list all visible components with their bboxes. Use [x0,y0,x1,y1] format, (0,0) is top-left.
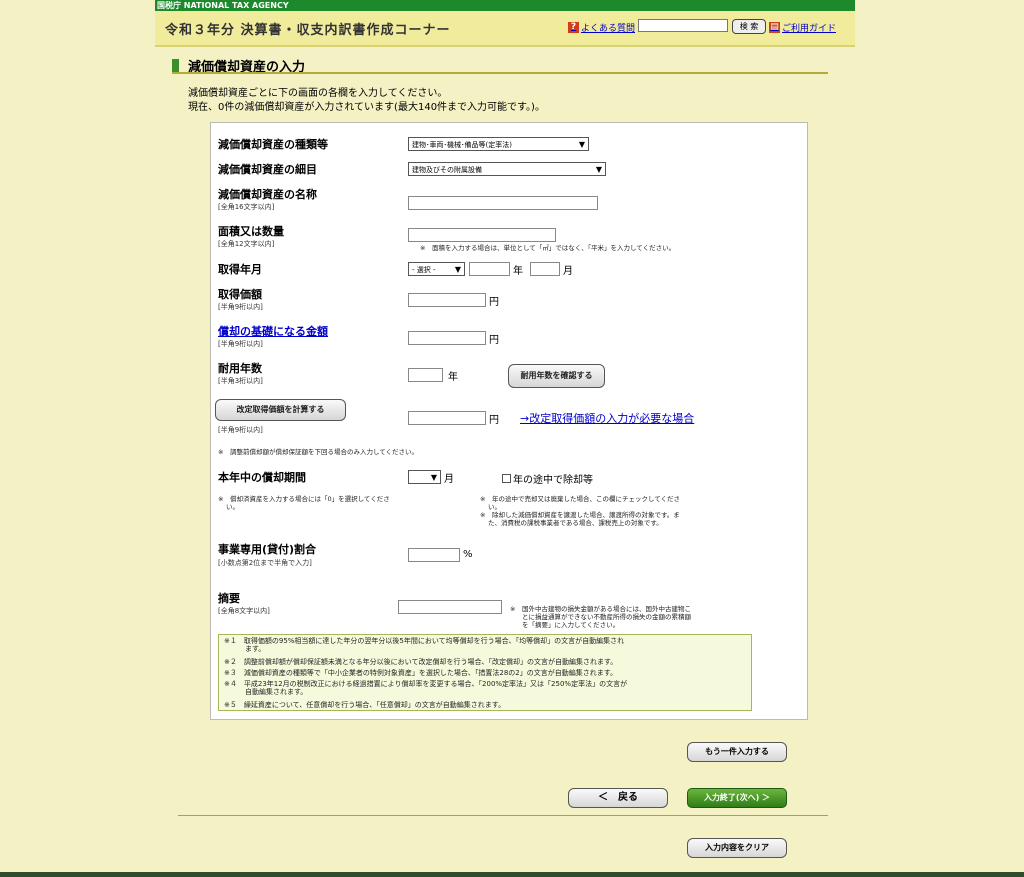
calc-revised-button[interactable]: 改定取得価額を計算する [215,399,346,421]
section-bar-icon [172,59,179,72]
base-amount-link[interactable]: 償却の基礎になる金額 [218,323,328,339]
memo-note-3: を「摘要」に入力してください。 [522,621,620,629]
name-hint: [全角16文字以内] [218,203,275,211]
guide-link[interactable]: ▤ ご利用ガイド [769,21,836,34]
footnote-4: ※４ 平成23年12月の税制改正における経過措置により償却率を変更する場合、「2… [224,680,628,688]
faq-label: よくある質問 [581,24,636,34]
acq-date-label: 取得年月 [218,263,262,276]
name-label: 減価償却資産の名称 [218,188,317,201]
yen-unit: 円 [489,415,499,426]
section-underline [172,72,828,74]
life-input[interactable] [408,368,443,382]
revised-hint: [半角9桁以内] [218,426,263,434]
guide-label: ご利用ガイド [782,24,837,34]
midyear-checkbox[interactable]: 年の途中で除却等 [502,471,593,486]
era-select-value: - 選択 - [412,266,436,274]
life-label: 耐用年数 [218,362,262,375]
book-icon: ▤ [769,22,780,33]
kind-label: 減価償却資産の種類等 [218,138,328,151]
yen-unit: 円 [489,297,499,308]
midyear-checkbox-label: 年の途中で除却等 [513,475,593,486]
chevron-down-icon: ▼ [454,265,461,274]
intro-line-2: 現在、0件の減価償却資産が入力されています(最大140件まで入力可能です。)。 [188,102,545,113]
back-button[interactable]: ＜ 戻る [568,788,668,808]
area-input[interactable] [408,228,556,242]
memo-input[interactable] [398,600,502,614]
footnote-5: ※５ 繰延資産について、任意償却を行う場合、「任意償却」の文言が自動編集されます… [224,701,506,709]
memo-hint: [全角8文字以内] [218,607,270,615]
ratio-hint: [小数点第2位まで半角で入力] [218,559,312,567]
period-unit: 月 [444,474,454,485]
clear-button[interactable]: 入力内容をクリア [687,838,787,858]
area-label: 面積又は数量 [218,225,284,238]
footnote-1-cont: ます。 [224,645,266,653]
revised-note: ※ 調整前償却額が償却保証額を下回る場合のみ入力してください。 [218,448,419,456]
midyear-note-4: た、消費税の課税事業者である場合、課税売上の対象です。 [488,519,663,527]
area-hint: [全角12文字以内] [218,240,275,248]
check-life-button[interactable]: 耐用年数を確認する [508,364,605,388]
acq-month-input[interactable] [530,262,560,276]
acq-year-input[interactable] [469,262,510,276]
era-select[interactable]: - 選択 - ▼ [408,262,465,276]
memo-note-1: ※ 国外中古建物の損失金額がある場合には、国外中古建物こ [510,605,691,613]
memo-note-2: とに損益通算ができない不動産所得の損失の金額の累積額 [522,613,691,621]
period-note-2: い。 [226,503,239,511]
year-unit: 年 [513,266,523,277]
question-icon: ? [568,22,579,33]
chevron-down-icon: ▼ [595,165,602,174]
life-hint: [半角3桁以内] [218,377,263,385]
footnote-4-cont: 自動編集されます。 [224,688,308,696]
footer-divider [178,815,828,816]
add-another-button[interactable]: もう一件入力する [687,742,787,762]
midyear-note-2: い。 [488,503,501,511]
app-header: 令和３年分 決算書・収支内訳書作成コーナー ? よくある質問 検 索 ▤ ご利用… [155,11,855,45]
kind-select[interactable]: 建物･車両･機械･備品等(定率法) ▼ [408,137,589,151]
next-button[interactable]: 入力終了(次へ) ＞ [687,788,787,808]
agency-bar: 国税庁 NATIONAL TAX AGENCY [155,0,855,11]
midyear-note-1: ※ 年の途中で売却又は廃棄した場合、この欄にチェックしてくださ [480,495,681,503]
detail-select[interactable]: 建物及びその附属設備 ▼ [408,162,606,176]
period-select[interactable]: ▼ [408,470,441,484]
footnote-3: ※３ 減価償却資産の種類等で「中小企業者の特例対象資産」を選択した場合、「措置法… [224,669,618,677]
acq-price-input[interactable] [408,293,486,307]
life-unit: 年 [448,372,458,383]
bottom-strip [0,872,1024,877]
footnote-2: ※２ 調整前償却額が償却保証額未満となる年分以後において改定償却を行う場合、「改… [224,658,618,666]
period-note-1: ※ 償却済資産を入力する場合には「0」を選択してくださ [218,495,390,503]
ratio-input[interactable] [408,548,460,562]
base-amount-hint: [半角9桁以内] [218,340,263,348]
header-divider [155,45,855,47]
month-unit: 月 [563,266,573,277]
chevron-down-icon: ▼ [430,473,437,482]
acq-price-hint: [半角9桁以内] [218,303,263,311]
faq-link[interactable]: ? よくある質問 [568,21,635,34]
period-label: 本年中の償却期間 [218,471,306,484]
search-button[interactable]: 検 索 [732,19,766,34]
footnote-1: ※１ 取得価額の95%相当額に達した年分の翌年分以後5年間において均等償却を行う… [224,637,625,645]
ratio-label: 事業専用(貸付)割合 [218,543,317,556]
intro-line-1: 減価償却資産ごとに下の画面の各欄を入力してください。 [188,88,448,99]
kind-select-value: 建物･車両･機械･備品等(定率法) [412,141,512,149]
midyear-note-3: ※ 除却した減価償却資産を譲渡した場合、譲渡所得の対象です。ま [480,511,680,519]
memo-label: 摘要 [218,592,240,605]
faq-search-input[interactable] [638,19,728,32]
revised-input[interactable] [408,411,486,425]
percent-unit: % [463,549,473,560]
area-note: ※ 面積を入力する場合は、単位として「㎡」ではなく、「平米」を入力してください。 [420,244,676,252]
detail-select-value: 建物及びその附属設備 [412,166,482,174]
base-amount-input[interactable] [408,331,486,345]
chevron-down-icon: ▼ [578,140,585,149]
yen-unit: 円 [489,335,499,346]
name-input[interactable] [408,196,598,210]
revised-info-link[interactable]: →改定取得価額の入力が必要な場合 [520,410,694,426]
app-title: 令和３年分 決算書・収支内訳書作成コーナー [165,23,451,38]
acq-price-label: 取得価額 [218,288,262,301]
checkbox-icon [502,474,511,483]
form-panel [210,122,808,720]
detail-label: 減価償却資産の細目 [218,163,317,176]
